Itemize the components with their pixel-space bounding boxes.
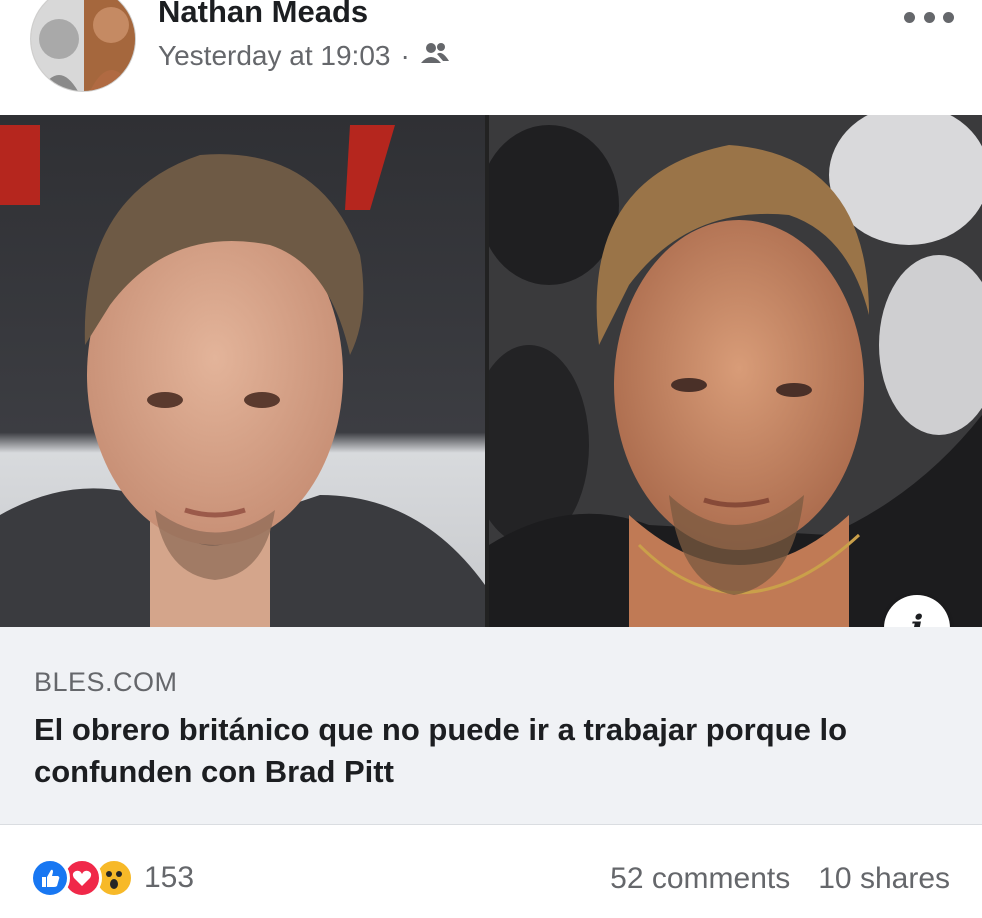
author-name[interactable]: Nathan Meads: [158, 0, 368, 30]
link-domain: BLES.COM: [34, 667, 178, 697]
comments-count[interactable]: 52 comments: [610, 862, 790, 896]
more-dots-icon[interactable]: [904, 0, 954, 34]
photo-left: [0, 115, 485, 627]
author-avatar[interactable]: [30, 0, 136, 92]
reactions-summary[interactable]: 153: [30, 858, 194, 898]
photo-right: [489, 115, 982, 627]
link-preview[interactable]: BLES.COM El obrero británico que no pued…: [0, 627, 982, 825]
shares-count[interactable]: 10 shares: [818, 862, 950, 896]
friends-icon: [420, 40, 450, 72]
link-image[interactable]: i: [0, 115, 982, 661]
reaction-count: 153: [144, 861, 195, 894]
like-reaction-icon: [30, 858, 70, 898]
post-timestamp[interactable]: Yesterday at 19:03: [158, 40, 390, 72]
post-meta: Yesterday at 19:03 ·: [158, 40, 450, 72]
engagement-counts: 52 comments 10 shares: [610, 862, 950, 896]
post-header: Nathan Meads Yesterday at 19:03 ·: [0, 0, 982, 112]
avatar-photo: [31, 0, 135, 91]
post-footer: 153 52 comments 10 shares: [0, 826, 982, 918]
link-headline[interactable]: El obrero británico que no puede ir a tr…: [34, 709, 964, 793]
meta-separator: ·: [400, 40, 410, 71]
